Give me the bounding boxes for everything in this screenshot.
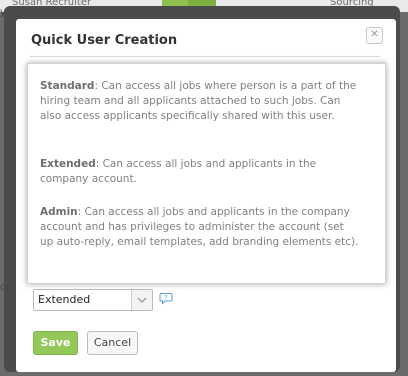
role-description-extended: Extended: Can access all jobs and applic… [40, 157, 360, 187]
access-level-select[interactable]: Extended [33, 289, 153, 311]
background-edge-label: y [0, 7, 6, 18]
role-text: : Can access all jobs and applicants in … [40, 206, 359, 248]
role-description-standard: Standard: Can access all jobs where pers… [40, 79, 360, 124]
dialog-title: Quick User Creation [31, 33, 178, 48]
role-name: Extended [40, 158, 96, 170]
select-dropdown-toggle[interactable] [131, 290, 152, 310]
cancel-button[interactable]: Cancel [87, 331, 138, 355]
close-button[interactable]: ✕ [366, 27, 383, 44]
role-name: Standard [40, 80, 95, 92]
role-name: Admin [40, 206, 78, 218]
chevron-down-icon [137, 297, 147, 303]
svg-text:?: ? [164, 294, 167, 302]
help-bubble-icon[interactable]: ? [159, 292, 173, 305]
save-button[interactable]: Save [33, 331, 78, 355]
close-icon: ✕ [370, 29, 379, 40]
title-divider [30, 56, 380, 57]
access-level-value: Extended [38, 293, 91, 306]
role-help-tooltip: Standard: Can access all jobs where pers… [27, 63, 386, 284]
role-description-admin: Admin: Can access all jobs and applicant… [40, 205, 360, 250]
background-edge-label: co [0, 282, 12, 293]
